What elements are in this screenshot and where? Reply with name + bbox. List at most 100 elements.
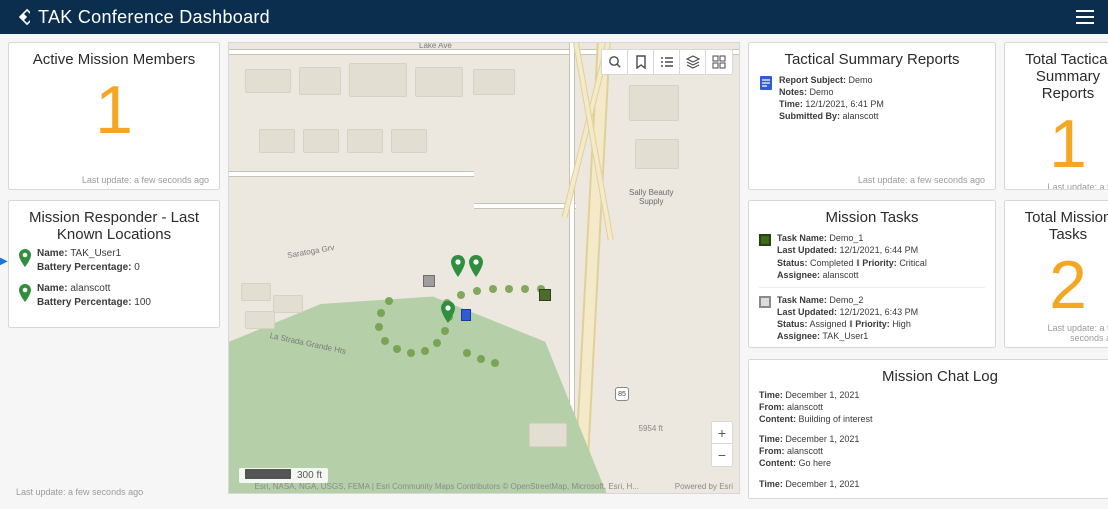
- task-updated: 12/1/2021, 6:43 PM: [840, 307, 919, 317]
- menu-button[interactable]: [1076, 10, 1098, 24]
- label: Priority:: [855, 319, 890, 329]
- last-update-text: Last update: a few seconds ago: [1015, 178, 1108, 190]
- hwy-shield-icon: 85: [615, 387, 629, 401]
- task-name: Demo_2: [829, 295, 863, 305]
- label: From:: [759, 446, 785, 456]
- street-label: Saratoga Grv: [287, 243, 335, 260]
- map[interactable]: Lake Ave Saratoga Grv La Strada Grande H…: [228, 42, 740, 494]
- card-title: Tactical Summary Reports: [759, 51, 985, 68]
- map-marker-square[interactable]: [423, 275, 435, 287]
- map-user-pin-icon[interactable]: [441, 301, 455, 321]
- active-members-count: 1: [19, 76, 209, 144]
- report-item[interactable]: Report Subject: Demo Notes: Demo Time: 1…: [759, 74, 985, 123]
- card-mission-tasks: Mission Tasks Task Name: Demo_1 Last Upd…: [748, 200, 996, 348]
- chat-entry[interactable]: Time: December 1, 2021: [759, 478, 1108, 490]
- map-legend-button[interactable]: [654, 50, 680, 74]
- map-user-pin-icon[interactable]: [451, 255, 465, 275]
- chat-content: Go here: [799, 458, 832, 468]
- task-priority: Critical: [899, 258, 927, 268]
- park-area: [229, 241, 739, 493]
- label: Task Name:: [777, 295, 827, 305]
- chat-entry[interactable]: Time: December 1, 2021 From: alanscott C…: [759, 389, 1108, 425]
- last-update-text: Last update: a few seconds ago: [759, 342, 985, 348]
- total-reports-count: 1: [1015, 110, 1108, 178]
- label: Time:: [759, 390, 783, 400]
- label: Battery Percentage:: [37, 262, 131, 273]
- label: Status:: [777, 319, 808, 329]
- map-layers-button[interactable]: [680, 50, 706, 74]
- task-assignee: TAK_User1: [822, 331, 868, 341]
- last-update-text: Last update: a few seconds ago: [759, 171, 985, 185]
- task-priority: High: [892, 319, 911, 329]
- map-powered-by: Powered by Esri: [675, 482, 733, 491]
- card-total-tactical-summary-reports: Total Tactical Summary Reports 1 Last up…: [1004, 42, 1108, 190]
- label: Assignee:: [777, 331, 820, 341]
- card-mission-responder: Mission Responder - Last Known Locations…: [8, 200, 220, 328]
- chat-time: December 1, 2021: [785, 434, 859, 444]
- report-time: 12/1/2021, 6:41 PM: [805, 99, 884, 109]
- label: Priority:: [862, 258, 897, 268]
- card-title: Mission Chat Log: [759, 368, 1108, 385]
- poi-label: Sally BeautySupply: [629, 189, 673, 207]
- card-title: Mission Responder - Last Known Locations: [19, 209, 209, 243]
- label: Content:: [759, 414, 796, 424]
- label: Task Name:: [777, 233, 827, 243]
- task-name: Demo_1: [829, 233, 863, 243]
- label: Last Updated:: [777, 245, 837, 255]
- zoom-in-button[interactable]: +: [712, 422, 732, 444]
- map-elevation-label: 5954 ft: [639, 424, 663, 433]
- task-status-icon: [759, 234, 771, 246]
- report-notes: Demo: [810, 87, 834, 97]
- label: Time:: [779, 99, 803, 109]
- last-update-text: Last update: a few seconds ago: [19, 171, 209, 185]
- map-scale: 300 ft: [239, 468, 328, 483]
- map-bookmark-button[interactable]: [628, 50, 654, 74]
- top-bar: TAK Conference Dashboard: [0, 0, 1108, 34]
- chat-content: Building of interest: [799, 414, 873, 424]
- task-status-icon: [759, 296, 771, 308]
- card-tactical-summary-reports: Tactical Summary Reports Report Subject:…: [748, 42, 996, 190]
- responder-name: TAK_User1: [70, 248, 121, 259]
- task-status: Completed: [810, 258, 854, 268]
- card-title: Active Mission Members: [19, 51, 209, 68]
- responder-row[interactable]: Name: TAK_User1 Battery Percentage: 0: [19, 247, 209, 274]
- map-zoom: + −: [711, 421, 733, 467]
- responder-name: alanscott: [70, 283, 110, 294]
- card-active-mission-members: Active Mission Members 1 Last update: a …: [8, 42, 220, 190]
- card-total-mission-tasks: Total Mission Tasks 2 Last update: a few…: [1004, 200, 1108, 348]
- card-title: Total Mission Tasks: [1015, 209, 1108, 243]
- zoom-out-button[interactable]: −: [712, 444, 732, 466]
- map-marker-square[interactable]: [539, 289, 551, 301]
- map-user-pin-icon[interactable]: [469, 255, 483, 275]
- task-item[interactable]: Task Name: Demo_1 Last Updated: 12/1/202…: [759, 232, 985, 281]
- user-pin-icon: [19, 284, 31, 300]
- label: Time:: [759, 479, 783, 489]
- map-search-button[interactable]: [602, 50, 628, 74]
- task-updated: 12/1/2021, 6:44 PM: [840, 245, 919, 255]
- card-mission-chat-log: Mission Chat Log Time: December 1, 2021 …: [748, 359, 1108, 499]
- task-status: Assigned: [810, 319, 847, 329]
- label: Report Subject:: [779, 75, 846, 85]
- card-title: Mission Tasks: [759, 209, 985, 226]
- street-label: Lake Ave: [419, 42, 452, 50]
- total-tasks-count: 2: [1015, 251, 1108, 319]
- card-title: Total Tactical Summary Reports: [1015, 51, 1108, 102]
- report-doc-icon: [759, 75, 773, 91]
- label: Time:: [759, 434, 783, 444]
- chat-time: December 1, 2021: [785, 390, 859, 400]
- map-basemap-button[interactable]: [706, 50, 732, 74]
- report-subject: Demo: [849, 75, 873, 85]
- label: Name:: [37, 283, 68, 294]
- last-update-text: Last update: a few seconds ago: [16, 487, 143, 497]
- chat-from: alanscott: [787, 402, 823, 412]
- chat-time: December 1, 2021: [785, 479, 859, 489]
- label: Notes:: [779, 87, 807, 97]
- label: Content:: [759, 458, 796, 468]
- responder-row[interactable]: Name: alanscott Battery Percentage: 100: [19, 282, 209, 309]
- task-item[interactable]: Task Name: Demo_2 Last Updated: 12/1/202…: [759, 287, 985, 343]
- map-marker-doc-icon[interactable]: [461, 309, 471, 321]
- label: Assignee:: [777, 270, 820, 280]
- app-title: TAK Conference Dashboard: [38, 7, 1068, 28]
- chat-entry[interactable]: Time: December 1, 2021 From: alanscott C…: [759, 433, 1108, 469]
- last-update-text: Last update: a few seconds ago: [1015, 319, 1108, 343]
